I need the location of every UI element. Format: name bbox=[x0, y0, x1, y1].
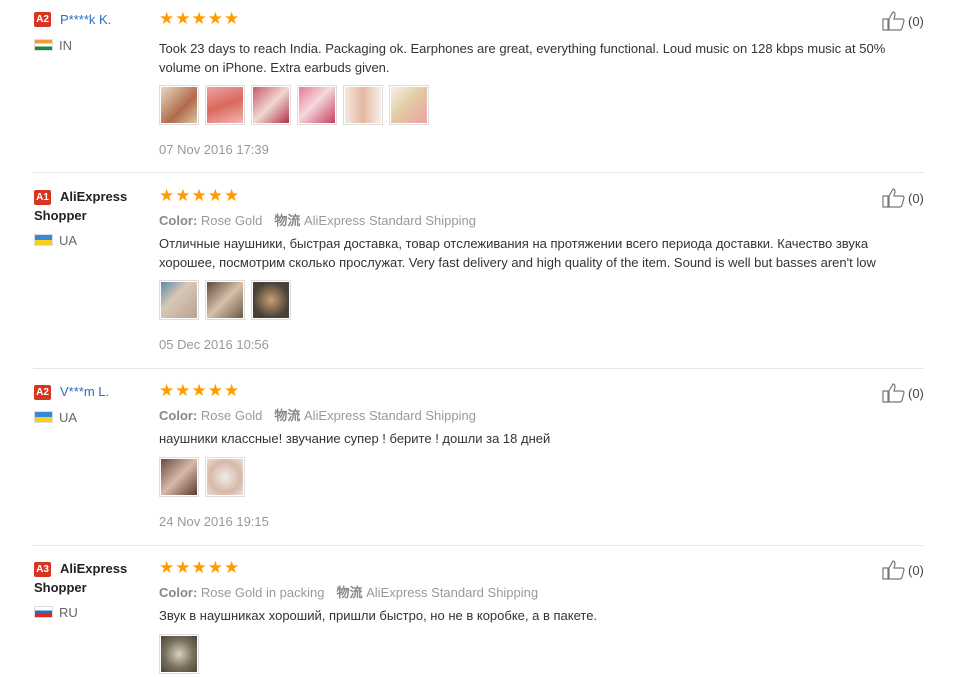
star-rating: ★★★★★ bbox=[159, 558, 241, 577]
review-photo[interactable] bbox=[251, 280, 291, 320]
review-item: A3 AliExpress Shopper RU ★★★★★ Color: Ro… bbox=[0, 546, 957, 677]
review-text: Отличные наушники, быстрая доставка, тов… bbox=[159, 236, 876, 270]
buyer-level-badge: A2 bbox=[34, 385, 51, 400]
review-photo[interactable] bbox=[205, 457, 245, 497]
product-attributes: Color: Rose Gold 物流 AliExpress Standard S… bbox=[159, 213, 476, 228]
product-attributes: Color: Rose Gold in packing 物流 AliExpress… bbox=[159, 585, 539, 600]
reviewer-name[interactable]: P****k K. bbox=[60, 10, 111, 29]
buyer-level-badge: A2 bbox=[34, 12, 51, 27]
reviewer-country: RU bbox=[34, 605, 78, 620]
review-photo[interactable] bbox=[205, 280, 245, 320]
thumbs-up-icon bbox=[882, 11, 905, 31]
reviewer-name[interactable]: V***m L. bbox=[60, 382, 109, 401]
review-item: A1 AliExpress Shopper UA ★★★★★ Color: Ro… bbox=[0, 173, 957, 368]
review-photo[interactable] bbox=[205, 85, 245, 125]
russia-flag-icon bbox=[34, 606, 53, 618]
review-photo[interactable] bbox=[389, 85, 429, 125]
reviewer-name: AliExpress Shopper bbox=[34, 189, 128, 223]
thumbs-up-icon bbox=[882, 383, 905, 403]
reviewer-country: UA bbox=[34, 233, 77, 248]
helpful-button[interactable]: (0) bbox=[882, 188, 924, 208]
review-photo[interactable] bbox=[159, 85, 199, 125]
review-photos bbox=[159, 457, 245, 497]
reviewer-country: IN bbox=[34, 38, 72, 53]
star-rating: ★★★★★ bbox=[159, 186, 241, 205]
review-photo[interactable] bbox=[251, 85, 291, 125]
thumbs-up-icon bbox=[882, 188, 905, 208]
ukraine-flag-icon bbox=[34, 411, 53, 423]
review-item: A2 V***m L. UA ★★★★★ Color: Rose Gold 物流 … bbox=[0, 369, 957, 545]
reviewer-country: UA bbox=[34, 410, 77, 425]
review-date: 05 Dec 2016 10:56 bbox=[159, 337, 269, 352]
star-rating: ★★★★★ bbox=[159, 381, 241, 400]
review-text: Took 23 days to reach India. Packaging o… bbox=[159, 41, 886, 75]
helpful-button[interactable]: (0) bbox=[882, 560, 924, 580]
review-date: 07 Nov 2016 17:39 bbox=[159, 142, 269, 157]
review-photos bbox=[159, 85, 429, 125]
ukraine-flag-icon bbox=[34, 234, 53, 246]
star-rating: ★★★★★ bbox=[159, 9, 241, 28]
review-photos bbox=[159, 634, 199, 674]
review-photo[interactable] bbox=[159, 457, 199, 497]
review-text: наушники классные! звучание супер ! бери… bbox=[159, 431, 551, 446]
review-date: 24 Nov 2016 19:15 bbox=[159, 514, 269, 529]
review-item: A2 P****k K. IN ★★★★★ Took 23 days to re… bbox=[0, 0, 957, 172]
thumbs-up-icon bbox=[882, 560, 905, 580]
review-photo[interactable] bbox=[343, 85, 383, 125]
review-photos bbox=[159, 280, 291, 320]
helpful-button[interactable]: (0) bbox=[882, 383, 924, 403]
reviewer-name: AliExpress Shopper bbox=[34, 561, 128, 595]
review-photo[interactable] bbox=[159, 280, 199, 320]
product-attributes: Color: Rose Gold 物流 AliExpress Standard S… bbox=[159, 408, 476, 423]
india-flag-icon bbox=[34, 39, 53, 51]
helpful-button[interactable]: (0) bbox=[882, 11, 924, 31]
review-photo[interactable] bbox=[159, 634, 199, 674]
review-text: Звук в наушниках хороший, пришли быстро,… bbox=[159, 608, 598, 623]
review-photo[interactable] bbox=[297, 85, 337, 125]
